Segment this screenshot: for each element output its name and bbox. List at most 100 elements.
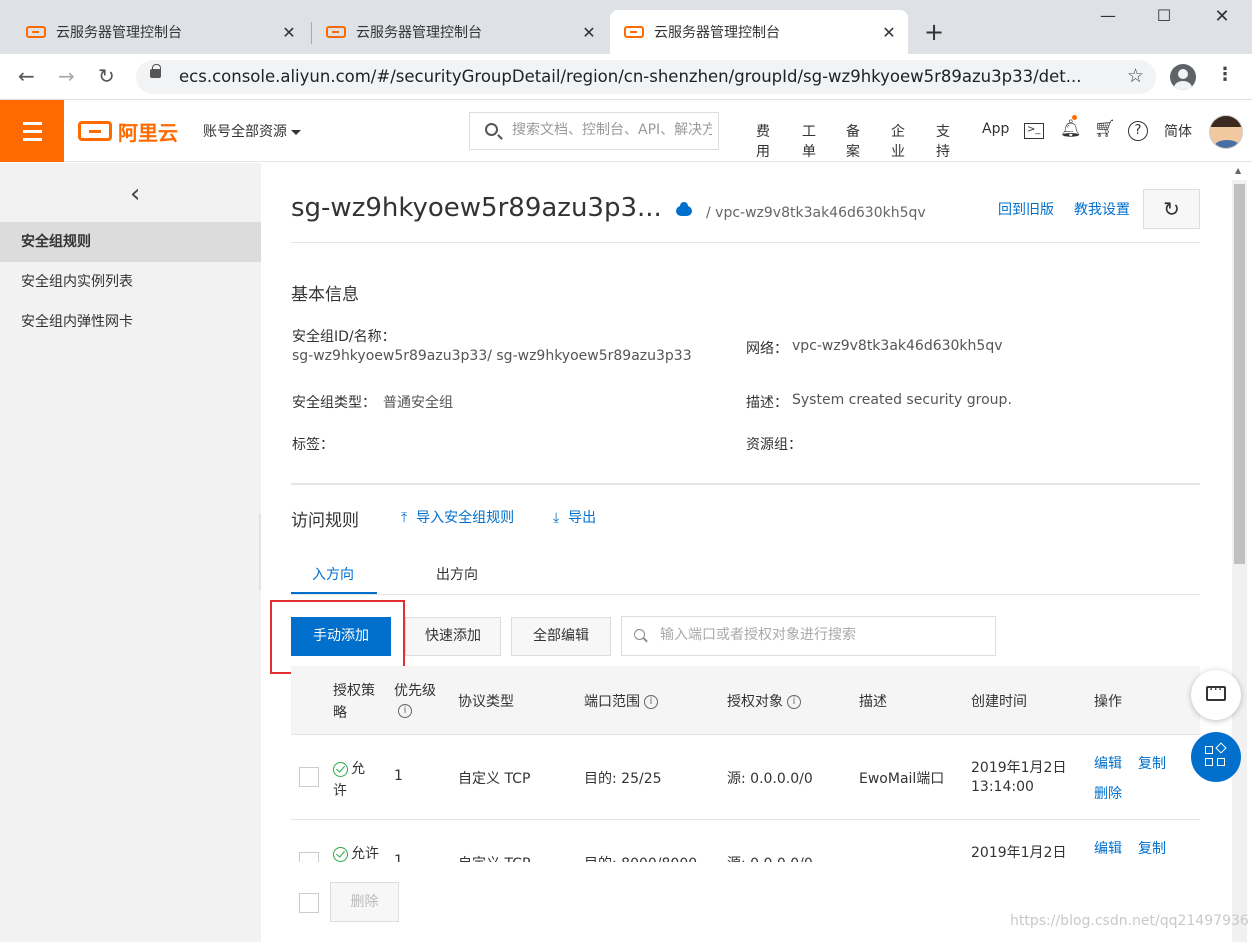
sidenav-item-sg-rules[interactable]: 安全组规则 <box>0 222 261 262</box>
help-icon[interactable]: ? <box>1128 121 1148 141</box>
info-icon[interactable]: i <box>787 695 801 709</box>
top-link-app[interactable]: App <box>982 121 1009 137</box>
row-checkbox[interactable] <box>299 852 319 862</box>
browser-tab-1[interactable]: 云服务器管理控制台 ✕ <box>0 10 308 54</box>
close-window-button[interactable]: ✕ <box>1202 6 1242 34</box>
user-avatar[interactable] <box>1209 115 1243 149</box>
aliyun-logo-mark-icon <box>78 121 112 141</box>
batch-delete-button[interactable]: 删除 <box>330 882 399 922</box>
quick-add-button[interactable]: 快速添加 <box>405 617 501 656</box>
chat-float-button[interactable] <box>1191 670 1241 720</box>
row-checkbox[interactable] <box>299 767 319 787</box>
account-resources-dropdown[interactable]: 账号全部资源 <box>203 121 301 141</box>
tab-inbound[interactable]: 入方向 <box>312 564 354 584</box>
address-bar: ← → ↻ ecs.console.aliyun.com/#/securityG… <box>0 54 1252 100</box>
top-link-support[interactable]: 支持 <box>936 121 950 161</box>
priority-info-icon[interactable]: i <box>398 703 412 719</box>
refresh-button[interactable]: ↻ <box>1143 189 1200 229</box>
hamburger-menu-button[interactable] <box>0 100 64 162</box>
cloud-shell-icon[interactable]: >_ <box>1024 123 1044 139</box>
back-icon[interactable]: ← <box>18 64 35 88</box>
top-link-filing[interactable]: 备案 <box>846 121 860 161</box>
row-priority: 1 <box>394 768 403 784</box>
cart-icon[interactable]: 🛒︎ <box>1094 119 1116 139</box>
rule-search-input[interactable] <box>660 627 980 643</box>
tab-close-icon[interactable]: ✕ <box>580 23 598 42</box>
rule-search-box[interactable] <box>621 616 996 656</box>
browser-tab-bar: 云服务器管理控制台 ✕ 云服务器管理控制台 ✕ 云服务器管理控制台 ✕ + — … <box>0 0 1252 54</box>
browser-tab-3[interactable]: 云服务器管理控制台 ✕ <box>610 10 908 54</box>
url-field[interactable]: ecs.console.aliyun.com/#/securityGroupDe… <box>136 60 1156 94</box>
chat-icon <box>1206 682 1226 701</box>
table-row-2: 允许 1 自定义 TCP 目的: 8000/8000 源: 0.0.0.0/0 … <box>291 820 1211 862</box>
tab-close-icon[interactable]: ✕ <box>280 23 298 42</box>
forward-icon[interactable]: → <box>58 64 75 88</box>
info-icon[interactable]: i <box>644 695 658 709</box>
side-nav: ‹ 安全组规则 安全组内实例列表 安全组内弹性网卡 <box>0 163 261 942</box>
allow-check-icon <box>333 846 348 862</box>
language-switch[interactable]: 简体 <box>1164 121 1192 141</box>
aliyun-favicon-icon <box>624 26 644 38</box>
row-policy: 允许 <box>333 843 379 862</box>
delete-link[interactable]: 删除 <box>1094 783 1122 803</box>
url-text: ecs.console.aliyun.com/#/securityGroupDe… <box>179 67 1082 86</box>
help-setup-link[interactable]: 教我设置 <box>1074 199 1130 219</box>
copy-link[interactable]: 复制 <box>1138 753 1166 773</box>
row-priority: 1 <box>394 853 403 862</box>
network-label: 网络： <box>746 341 788 357</box>
reload-icon[interactable]: ↻ <box>98 64 115 88</box>
watermark: https://blog.csdn.net/qq21497936 <box>1010 913 1249 929</box>
row-port: 目的: 8000/8000 <box>584 853 697 862</box>
back-to-old-version-link[interactable]: 回到旧版 <box>998 199 1054 219</box>
row-port: 目的: 25/25 <box>584 771 662 787</box>
apps-icon-part <box>1205 758 1213 766</box>
col-ops: 操作 <box>1094 694 1122 710</box>
edit-link[interactable]: 编辑 <box>1094 838 1122 858</box>
export-label: 导出 <box>568 510 597 526</box>
scroll-up-icon[interactable]: ▲ <box>1235 166 1241 175</box>
edit-link[interactable]: 编辑 <box>1094 753 1122 773</box>
row-desc: EwoMail端口 <box>859 771 945 787</box>
import-rules-label: 导入安全组规则 <box>416 510 515 526</box>
allow-check-icon <box>333 761 348 777</box>
title-vpc[interactable]: / vpc-wz9v8tk3ak46d630kh5qv <box>706 205 926 221</box>
tab-title: 云服务器管理控制台 <box>654 25 780 41</box>
sidenav-item-instances[interactable]: 安全组内实例列表 <box>0 262 261 302</box>
export-link[interactable]: ⤓ 导出 <box>553 507 596 527</box>
sg-type-value: 普通安全组 <box>383 395 453 411</box>
copy-link[interactable]: 复制 <box>1138 838 1166 858</box>
apps-float-button[interactable] <box>1191 732 1241 782</box>
bookmark-star-icon[interactable]: ☆ <box>1127 65 1144 87</box>
import-rules-link[interactable]: ⤒ 导入安全组规则 <box>401 507 514 527</box>
search-icon <box>634 629 645 640</box>
global-search-box[interactable] <box>469 112 719 150</box>
tab-outbound[interactable]: 出方向 <box>436 564 478 584</box>
table-footer <box>291 862 1211 942</box>
global-search-input[interactable] <box>512 122 712 138</box>
scrollbar-thumb[interactable] <box>1234 184 1245 564</box>
tab-close-icon[interactable]: ✕ <box>880 23 898 42</box>
row-created-time: 13:14:00 <box>971 779 1034 795</box>
top-link-enterprise[interactable]: 企业 <box>891 121 905 161</box>
sidenav-item-eni[interactable]: 安全组内弹性网卡 <box>0 302 261 342</box>
sg-id-label: 安全组ID/名称： <box>292 329 396 345</box>
top-link-fees[interactable]: 费用 <box>756 121 770 161</box>
edit-all-button[interactable]: 全部编辑 <box>511 617 611 656</box>
browser-tab-2[interactable]: 云服务器管理控制台 ✕ <box>312 10 608 54</box>
back-arrow-icon[interactable]: ‹ <box>130 179 140 209</box>
minimize-button[interactable]: — <box>1088 6 1128 34</box>
page-scrollbar[interactable]: ▲ <box>1232 166 1247 942</box>
col-policy: 授权策略 <box>333 683 375 721</box>
row-divider <box>291 734 1200 735</box>
select-all-checkbox[interactable] <box>299 893 319 913</box>
col-source-label: 授权对象 <box>727 694 783 710</box>
maximize-button[interactable]: ☐ <box>1144 6 1184 34</box>
aliyun-logo[interactable]: 阿里云 <box>78 118 178 145</box>
new-tab-button[interactable]: + <box>924 18 944 46</box>
top-link-tickets[interactable]: 工单 <box>802 121 816 161</box>
desc-label: 描述： <box>746 395 788 411</box>
notification-dot <box>1072 115 1077 120</box>
browser-menu-icon[interactable]: ⋮ <box>1216 64 1234 85</box>
notification-bell-icon[interactable]: 🔔︎ <box>1060 119 1082 139</box>
profile-icon[interactable] <box>1170 64 1196 90</box>
